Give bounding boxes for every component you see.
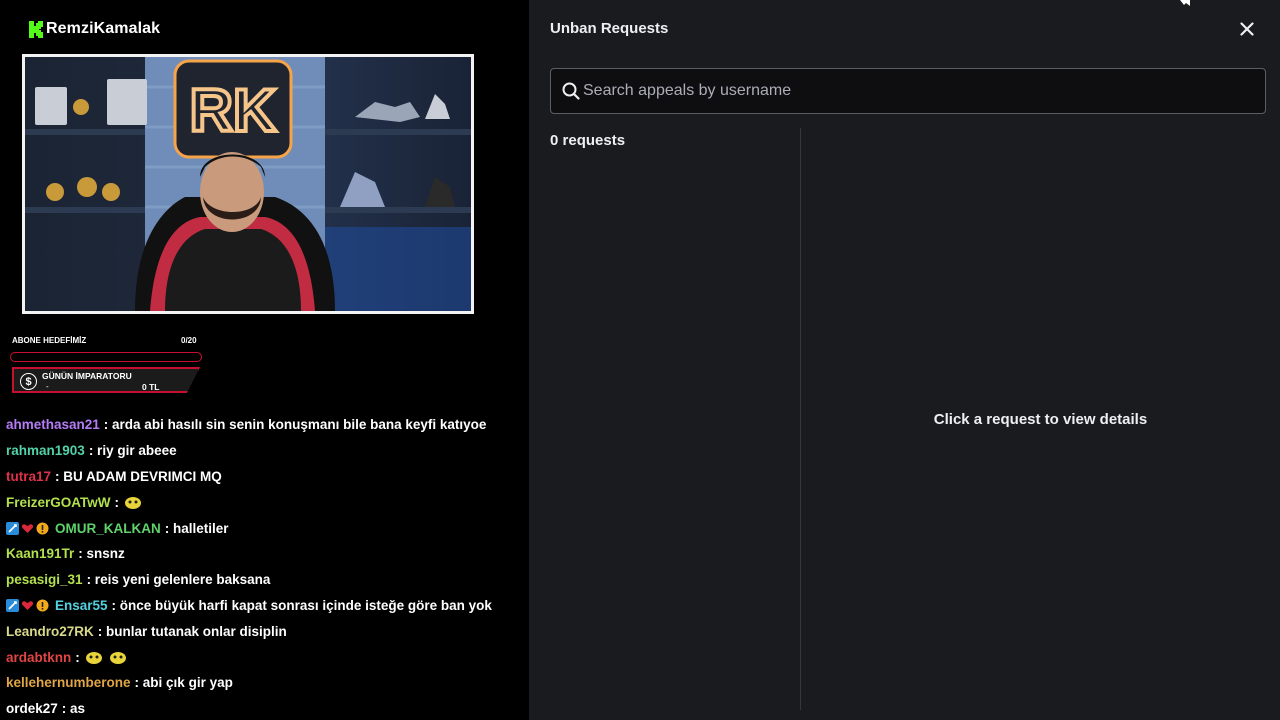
chat-message: ardabtknn: [6, 644, 526, 670]
chat-message: Kaan191Tr : snsnz [6, 541, 526, 567]
emperor-title: GÜNÜN İMPARATORU [42, 371, 132, 381]
chat-text: : [75, 649, 80, 665]
chat-username[interactable]: OMUR_KALKAN [55, 521, 161, 536]
heart-badge-icon [21, 599, 34, 612]
chat-username[interactable]: Ensar55 [55, 598, 108, 613]
chat-username[interactable]: ahmethasan21 [6, 417, 100, 432]
warn-badge-icon [36, 522, 49, 535]
chat-text: : riy gir abeee [88, 443, 177, 459]
chat-text: : önce büyük harfi kapat sonrası içinde … [111, 597, 492, 613]
sword-badge-icon [6, 598, 19, 612]
chat-message: ahmethasan21: arda abi hasılı sin senin … [6, 412, 526, 438]
close-icon [1240, 22, 1254, 36]
goal-progress-bar [10, 352, 202, 362]
kick-logo-icon [28, 20, 44, 38]
chat-text: : abi çık gir yap [134, 675, 233, 691]
mouse-cursor-icon [1180, 0, 1190, 6]
empty-detail-text: Click a request to view details [933, 410, 1148, 428]
close-button[interactable] [1236, 18, 1258, 40]
webcam-feed: RK [22, 54, 474, 314]
chat-text: : [114, 494, 120, 510]
chat-username[interactable]: Leandro27RK [6, 624, 94, 639]
goal-label: ABONE HEDEFİMİZ [12, 336, 87, 345]
unban-requests-panel: Unban Requests 0 requests Click a reques… [529, 0, 1280, 720]
request-detail-empty: Click a request to view details [801, 128, 1280, 710]
requests-count: 0 requests [550, 132, 626, 149]
goal-count: 0/20 [181, 336, 197, 345]
heart-badge-icon [21, 522, 34, 535]
chat-text: : BU ADAM DEVRIMCI MQ [55, 468, 222, 484]
sword-badge-icon [6, 521, 19, 535]
chat-message: ordek27: as [6, 696, 526, 720]
chat-username[interactable]: pesasigi_31 [6, 572, 83, 587]
chat-badges [6, 598, 49, 612]
channel-brand: RemziKamalak [28, 20, 160, 38]
chat-text: : reis yeni gelenlere baksana [86, 572, 271, 588]
chat-username[interactable]: tutra17 [6, 469, 51, 484]
emote-icon [123, 492, 143, 512]
stream-area: RemziKamalak RK ABONE HEDEFİMİZ 0/20 $ G… [0, 0, 529, 720]
search-input[interactable] [581, 69, 1265, 113]
chat-username[interactable]: Kaan191Tr [6, 546, 74, 561]
chat-text: : halletiler [164, 520, 229, 536]
chat-text: : as [61, 701, 86, 717]
chat-username[interactable]: ordek27 [6, 701, 58, 716]
channel-name: RemziKamalak [46, 20, 161, 37]
chat-message: tutra17 : BU ADAM DEVRIMCI MQ [6, 464, 526, 490]
chat-message: pesasigi_31: reis yeni gelenlere baksana [6, 567, 526, 593]
chat-username[interactable]: kellehernumberone [6, 675, 131, 690]
chat-message: OMUR_KALKAN: halletiler [6, 515, 526, 541]
chat-badges [6, 521, 49, 535]
chat-message: Leandro27RK: bunlar tutanak onlar disipl… [6, 618, 526, 644]
chat-username[interactable]: rahman1903 [6, 443, 85, 458]
chat-message: Ensar55: önce büyük harfi kapat sonrası … [6, 593, 526, 619]
svg-text:RK: RK [190, 77, 277, 144]
chat-text: : snsnz [78, 546, 125, 562]
emperor-box: $ GÜNÜN İMPARATORU - 0 TL [12, 367, 200, 393]
emote-icon [108, 647, 128, 667]
search-icon [561, 81, 581, 101]
chat-username[interactable]: FreizerGOATwW [6, 495, 111, 510]
chat-username[interactable]: ardabtknn [6, 650, 71, 665]
search-box [550, 68, 1266, 114]
dollar-icon: $ [20, 373, 37, 390]
emperor-user: - [46, 382, 49, 391]
chat-list: ahmethasan21: arda abi hasılı sin senin … [6, 412, 526, 720]
chat-message: kellehernumberone: abi çık gir yap [6, 670, 526, 696]
emperor-amount: 0 TL [142, 382, 160, 392]
panel-title: Unban Requests [550, 20, 669, 37]
warn-badge-icon [36, 599, 49, 612]
emote-icon [84, 647, 104, 667]
chat-text: : arda abi hasılı sin senin konuşmanı bi… [103, 417, 487, 433]
chat-message: FreizerGOATwW: [6, 489, 526, 515]
chat-message: rahman1903: riy gir abeee [6, 438, 526, 464]
chat-text: : bunlar tutanak onlar disiplin [97, 623, 287, 639]
